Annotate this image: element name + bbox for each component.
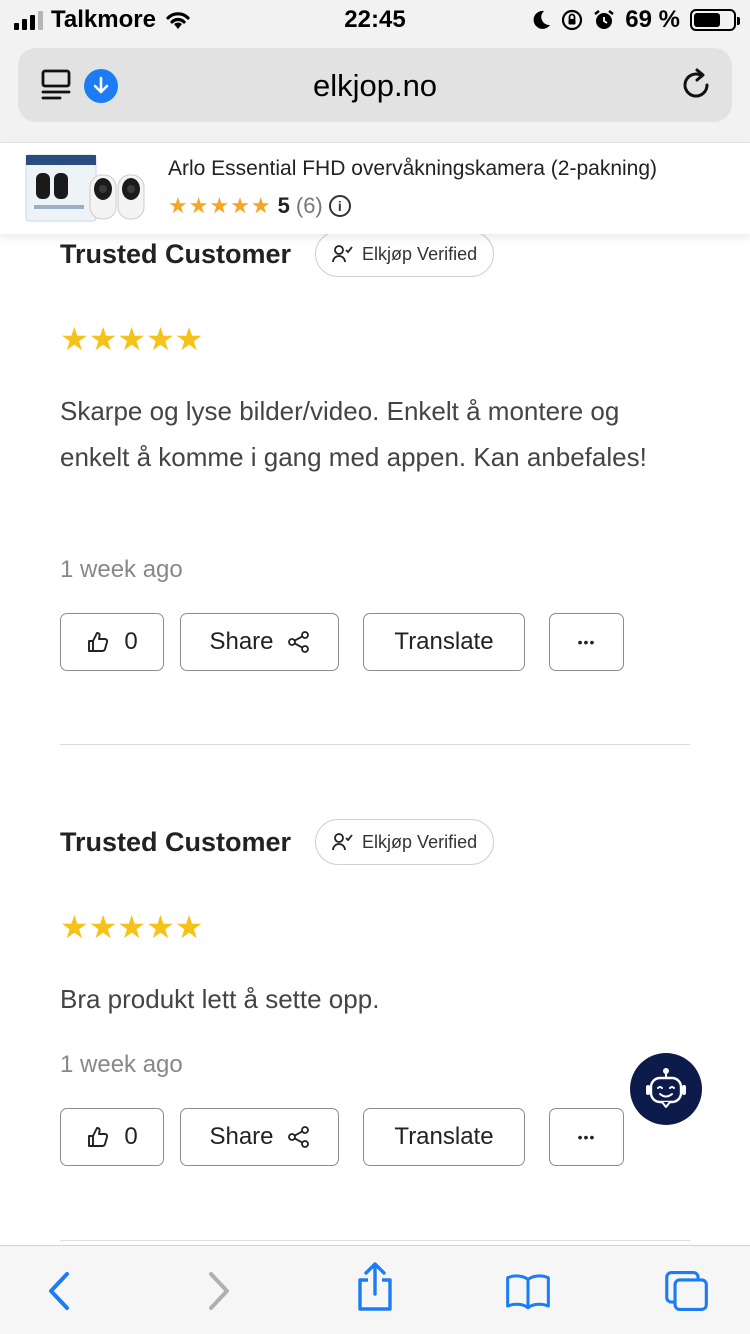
share-sheet-icon bbox=[358, 1262, 392, 1311]
review-date: 1 week ago bbox=[60, 556, 183, 583]
reviewer-name: Trusted Customer bbox=[60, 238, 292, 269]
share-button[interactable]: Share bbox=[180, 1108, 339, 1166]
tabs-button[interactable] bbox=[664, 1268, 710, 1314]
like-count: 0 bbox=[124, 628, 138, 655]
thumbs-up-icon bbox=[88, 1127, 109, 1147]
moon-icon bbox=[533, 10, 551, 29]
bookmarks-button[interactable] bbox=[505, 1268, 551, 1314]
info-icon[interactable]: i bbox=[328, 195, 351, 217]
alarm-icon bbox=[594, 10, 615, 29]
status-right: 69 % bbox=[531, 6, 740, 34]
forward-button[interactable] bbox=[196, 1268, 242, 1314]
like-button[interactable]: 0 bbox=[60, 613, 164, 671]
review-text: Bra produkt lett å sette opp. bbox=[60, 984, 380, 1014]
address-bar[interactable]: elkjop.no bbox=[18, 48, 732, 122]
reload-icon[interactable] bbox=[678, 67, 714, 103]
translate-button[interactable]: Translate bbox=[363, 1108, 525, 1166]
back-button[interactable] bbox=[36, 1268, 82, 1314]
browser-toolbar bbox=[0, 1245, 750, 1334]
battery-percent: 69 % bbox=[625, 6, 680, 33]
product-stars: ★★★★★ bbox=[168, 193, 272, 218]
status-bar: Talkmore 22:45 69 % bbox=[0, 0, 750, 42]
review-divider bbox=[60, 744, 690, 745]
url-text[interactable]: elkjop.no bbox=[18, 68, 732, 104]
product-title: Arlo Essential FHD overvåkningskamera (2… bbox=[168, 157, 658, 180]
tabs-icon bbox=[665, 1271, 708, 1311]
review-actions: 0 Share Translate ••• bbox=[60, 613, 624, 671]
review-stars: ★★★★★ bbox=[60, 909, 204, 945]
review-text: Skarpe og lyse bilder/video. Enkelt å mo… bbox=[60, 396, 647, 472]
reviewer-name: Trusted Customer bbox=[60, 826, 292, 857]
book-icon bbox=[506, 1274, 550, 1310]
share-sheet-button[interactable] bbox=[352, 1262, 398, 1311]
review-divider bbox=[60, 1240, 690, 1241]
translate-button[interactable]: Translate bbox=[363, 613, 525, 671]
like-count: 0 bbox=[124, 1123, 138, 1150]
review-stars: ★★★★★ bbox=[60, 321, 204, 357]
thumbs-up-icon bbox=[88, 632, 109, 652]
review-header: Trusted Customer Elkjøp Verified bbox=[60, 230, 690, 278]
product-rating-score: 5 bbox=[277, 193, 290, 218]
product-review-count: (6) bbox=[295, 193, 323, 218]
review-header: Trusted Customer Elkjøp Verified bbox=[60, 818, 690, 866]
product-image bbox=[25, 154, 145, 222]
verified-badge: Elkjøp Verified bbox=[315, 819, 495, 865]
robot-icon bbox=[646, 1068, 686, 1108]
product-header[interactable]: Arlo Essential FHD overvåkningskamera (2… bbox=[0, 142, 750, 234]
verified-badge-label: Elkjøp Verified bbox=[362, 831, 478, 852]
battery-icon bbox=[690, 9, 740, 31]
verified-user-icon bbox=[332, 833, 353, 851]
verified-user-icon bbox=[332, 245, 353, 263]
review-card: Trusted Customer Elkjøp Verified ★★★★★ B… bbox=[60, 818, 690, 1178]
review-actions: 0 Share Translate ••• bbox=[60, 1108, 624, 1166]
review-date: 1 week ago bbox=[60, 1051, 183, 1078]
share-icon bbox=[287, 1126, 309, 1148]
review-card: Trusted Customer Elkjøp Verified ★★★★★ S… bbox=[60, 230, 690, 680]
like-button[interactable]: 0 bbox=[60, 1108, 164, 1166]
share-label: Share bbox=[209, 1123, 274, 1150]
verified-badge-label: Elkjøp Verified bbox=[362, 243, 478, 264]
more-options-button[interactable]: ••• bbox=[549, 613, 624, 671]
share-label: Share bbox=[209, 628, 274, 655]
chevron-left-icon bbox=[49, 1272, 69, 1310]
share-icon bbox=[287, 631, 309, 653]
more-options-button[interactable]: ••• bbox=[549, 1108, 624, 1166]
chatbot-button[interactable] bbox=[630, 1053, 702, 1125]
chevron-right-icon bbox=[209, 1272, 229, 1310]
product-rating: ★★★★★ 5 (6) i bbox=[168, 193, 351, 219]
verified-badge: Elkjøp Verified bbox=[315, 231, 495, 277]
orientation-lock-icon bbox=[562, 9, 583, 31]
share-button[interactable]: Share bbox=[180, 613, 339, 671]
browser-address-area: elkjop.no bbox=[0, 42, 750, 142]
